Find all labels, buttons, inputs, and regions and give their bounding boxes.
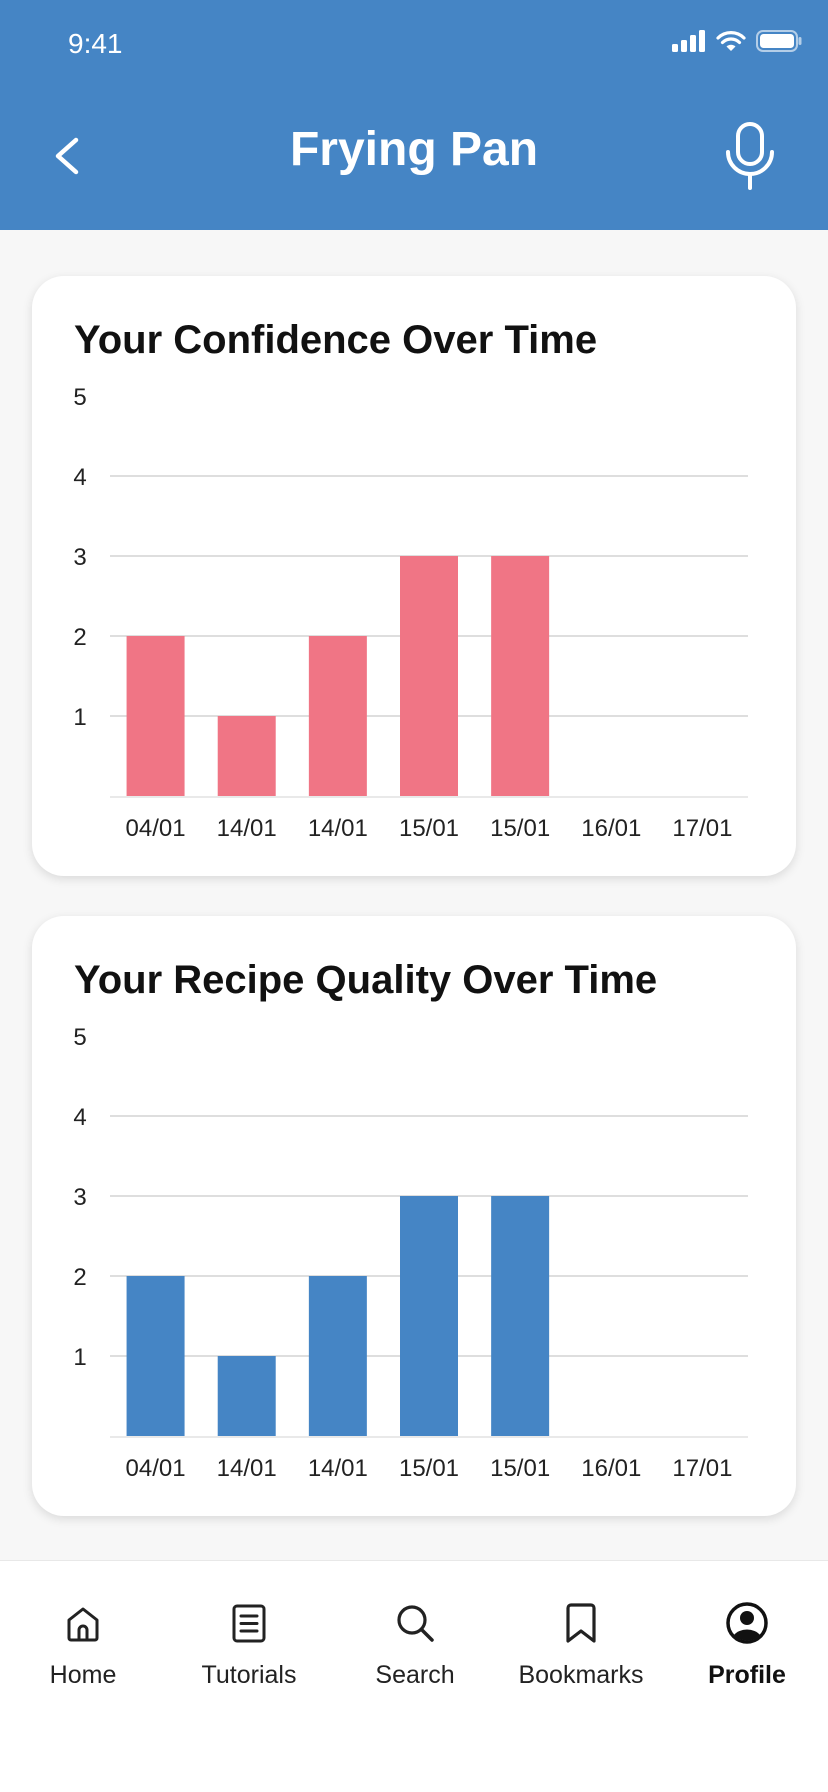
x-tick-label: 04/01 — [126, 1455, 186, 1482]
y-tick-label: 1 — [73, 704, 86, 731]
y-tick-label: 2 — [73, 1264, 86, 1291]
x-tick-label: 14/01 — [308, 1455, 368, 1482]
tab-bookmarks[interactable]: Bookmarks — [498, 1601, 664, 1690]
bar — [217, 1356, 276, 1436]
tab-tutorials[interactable]: Tutorials — [166, 1601, 332, 1690]
tab-search[interactable]: Search — [332, 1601, 498, 1690]
x-tick-label: 16/01 — [581, 1455, 641, 1482]
y-tick-label: 5 — [73, 1024, 86, 1051]
tab-profile-label: Profile — [708, 1661, 786, 1689]
x-tick-label: 14/01 — [217, 1455, 277, 1482]
confidence-chart-title: Your Confidence Over Time — [74, 318, 598, 362]
tab-home[interactable]: Home — [0, 1601, 166, 1690]
bar — [308, 1276, 367, 1436]
microphone-icon — [726, 122, 774, 190]
microphone-button[interactable] — [722, 120, 778, 192]
y-tick-label: 1 — [73, 1344, 86, 1371]
profile-icon — [726, 1602, 768, 1644]
bar — [491, 1196, 550, 1436]
confidence-chart: 1 2 3 4 5 04/01 14/01 14/01 15/01 15/01 16/01 17/01 — [73, 384, 748, 842]
bar — [491, 556, 550, 796]
cellular-signal-icon — [672, 30, 705, 52]
document-icon — [232, 1604, 266, 1643]
bar — [308, 636, 367, 796]
y-tick-label: 3 — [73, 1184, 86, 1211]
app-header: 9:41 Frying Pan — [0, 0, 828, 230]
tab-profile[interactable]: Profile — [664, 1601, 828, 1690]
tab-home-label: Home — [49, 1661, 117, 1689]
bar — [400, 556, 458, 796]
page-title: Frying Pan — [289, 123, 539, 176]
wifi-icon — [716, 31, 746, 51]
y-tick-label: 5 — [73, 384, 86, 411]
x-tick-label: 15/01 — [490, 1455, 550, 1482]
x-tick-label: 15/01 — [490, 815, 550, 842]
bar — [126, 636, 185, 796]
recipe-quality-chart: 1 2 3 4 5 04/01 14/01 14/01 15/01 15/01 16/01 17/01 — [73, 1024, 748, 1482]
bar — [126, 1276, 185, 1436]
x-tick-label: 17/01 — [672, 815, 732, 842]
recipe-quality-chart-card: 1 2 3 4 5 04/01 14/01 14/01 15/01 15/01 16/01 17/01… — [32, 916, 796, 1516]
bookmark-icon — [566, 1603, 596, 1643]
recipe-quality-chart-title: Your Recipe Quality Over Time — [74, 958, 658, 1002]
tab-bookmarks-label: Bookmarks — [518, 1661, 644, 1689]
x-tick-label: 15/01 — [399, 815, 459, 842]
y-tick-label: 4 — [73, 1104, 86, 1131]
status-time: 9:41 — [68, 28, 123, 59]
x-tick-label: 15/01 — [399, 1455, 459, 1482]
y-tick-label: 3 — [73, 544, 86, 571]
home-icon — [67, 1607, 99, 1642]
x-tick-label: 14/01 — [217, 815, 277, 842]
tab-tutorials-label: Tutorials — [201, 1661, 297, 1689]
y-tick-label: 2 — [73, 624, 86, 651]
bar — [400, 1196, 458, 1436]
bar — [217, 716, 276, 796]
confidence-chart-card: 1 2 3 4 5 04/01 14/01 14/01 15/01 15/01 16/01 17/01… — [32, 276, 796, 876]
bottom-tab-bar: Home Tutorials Search Bookmarks Profile — [0, 1560, 828, 1792]
x-tick-label: 14/01 — [308, 815, 368, 842]
x-tick-label: 16/01 — [581, 815, 641, 842]
tab-search-label: Search — [375, 1661, 455, 1689]
status-icons — [672, 30, 802, 52]
y-tick-label: 4 — [73, 464, 86, 491]
search-icon — [397, 1605, 434, 1642]
battery-icon — [756, 30, 802, 52]
x-tick-label: 17/01 — [672, 1455, 732, 1482]
x-tick-label: 04/01 — [126, 815, 186, 842]
